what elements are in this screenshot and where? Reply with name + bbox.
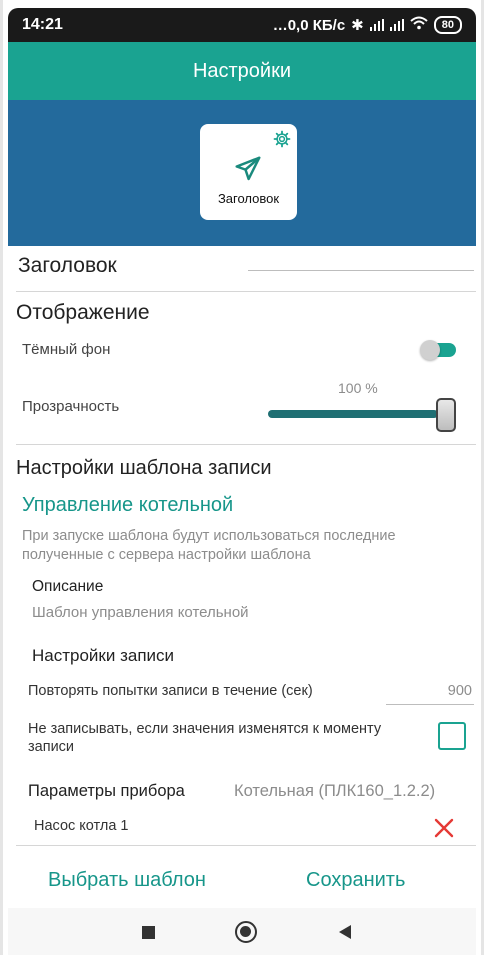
network-speed: …0,0 КБ/с (272, 16, 346, 34)
tile-label: Заголовок (217, 191, 280, 206)
divider (16, 291, 476, 292)
status-bar: 14:21 …0,0 КБ/с ✱ 80 (8, 8, 476, 42)
opacity-slider-handle[interactable] (436, 398, 456, 432)
send-icon (233, 154, 263, 189)
retry-input[interactable]: 900 (386, 683, 472, 699)
remove-icon[interactable] (434, 818, 454, 843)
widget-tile[interactable]: Заголовок (200, 124, 297, 220)
status-icons: …0,0 КБ/с ✱ 80 (273, 16, 462, 34)
device-params-label: Параметры прибора (28, 782, 185, 800)
skip-label: Не записывать, если значения изменятся к… (28, 721, 382, 755)
wifi-icon (410, 16, 428, 34)
description-value: Шаблон управления котельной (32, 604, 249, 621)
retry-input-underline (386, 704, 474, 705)
template-note: При запуске шаблона будут использоваться… (22, 528, 396, 563)
retry-label: Повторять попытки записи в течение (сек) (28, 683, 313, 699)
gear-icon[interactable] (273, 130, 291, 153)
choose-template-button[interactable]: Выбрать шаблон (48, 869, 206, 892)
app-bar: Настройки (8, 42, 476, 100)
divider (16, 444, 476, 445)
opacity-label: Прозрачность (22, 398, 120, 415)
header-field-label: Заголовок (18, 254, 117, 277)
param-item-label: Насос котла 1 (34, 818, 129, 834)
record-settings-title: Настройки записи (32, 646, 175, 665)
toggle-knob (420, 340, 440, 360)
recent-apps-icon[interactable] (142, 926, 155, 939)
home-icon[interactable] (235, 921, 257, 943)
save-button[interactable]: Сохранить (306, 869, 405, 892)
signal-icon-2 (389, 19, 404, 31)
description-label: Описание (32, 578, 104, 595)
status-time: 14:21 (22, 16, 63, 33)
battery-icon: 80 (433, 16, 462, 34)
dark-bg-label: Тёмный фон (22, 341, 111, 358)
device-params-value[interactable]: Котельная (ПЛК160_1.2.2) (234, 782, 435, 801)
skip-checkbox[interactable] (438, 722, 466, 750)
opacity-slider-track[interactable] (268, 410, 438, 418)
header-input[interactable] (248, 270, 474, 271)
bluetooth-icon: ✱ (351, 17, 364, 34)
signal-icon (369, 19, 384, 31)
template-section-title: Настройки шаблона записи (16, 457, 272, 479)
page-title: Настройки (192, 59, 292, 82)
widget-preview: Заголовок (8, 100, 476, 246)
back-icon[interactable] (339, 925, 351, 939)
template-name[interactable]: Управление котельной (22, 494, 233, 517)
divider (16, 845, 476, 846)
opacity-value: 100 % (338, 380, 378, 396)
display-section-title: Отображение (16, 301, 150, 324)
dark-bg-toggle[interactable] (420, 340, 456, 360)
